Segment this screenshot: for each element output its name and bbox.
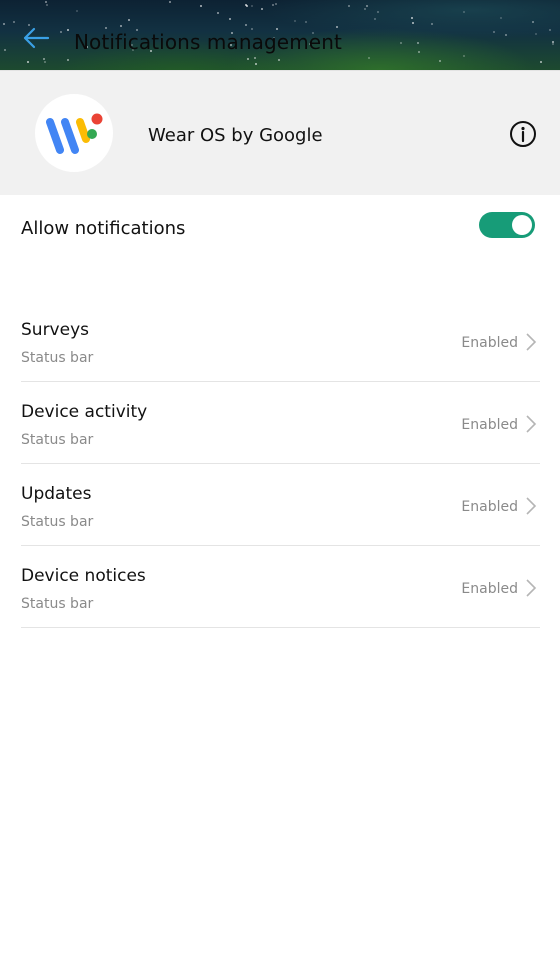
star-decoration	[540, 61, 542, 63]
star-decoration	[377, 11, 379, 13]
star-decoration	[374, 18, 376, 20]
star-decoration	[105, 27, 107, 29]
star-decoration	[44, 61, 46, 63]
star-decoration	[552, 43, 554, 45]
info-button[interactable]	[509, 120, 537, 148]
star-decoration	[76, 10, 78, 12]
star-decoration	[412, 22, 414, 24]
info-icon	[510, 121, 536, 147]
star-decoration	[463, 55, 465, 57]
category-title: Device notices	[21, 566, 146, 586]
category-row-updates[interactable]: Updates Status bar Enabled	[21, 464, 540, 546]
category-subtitle: Status bar	[21, 432, 94, 448]
category-subtitle: Status bar	[21, 596, 94, 612]
chevron-right-icon	[526, 579, 537, 597]
star-decoration	[411, 17, 413, 19]
notification-category-list: Surveys Status bar Enabled Device activi…	[21, 300, 540, 628]
category-subtitle: Status bar	[21, 514, 94, 530]
allow-notifications-row[interactable]: Allow notifications	[0, 195, 560, 265]
star-decoration	[439, 60, 441, 62]
star-decoration	[417, 42, 419, 44]
category-status: Enabled	[461, 335, 518, 351]
chevron-right-icon	[526, 497, 537, 515]
star-decoration	[535, 33, 537, 35]
star-decoration	[272, 4, 274, 6]
star-decoration	[254, 57, 256, 59]
star-decoration	[245, 24, 247, 26]
star-decoration	[463, 11, 465, 13]
wear-os-logo-icon	[46, 113, 103, 154]
star-decoration	[245, 4, 247, 6]
star-decoration	[532, 21, 534, 23]
category-title: Updates	[21, 484, 92, 504]
star-decoration	[368, 57, 370, 59]
category-status: Enabled	[461, 581, 518, 597]
star-decoration	[229, 18, 231, 20]
star-decoration	[46, 4, 48, 6]
star-decoration	[27, 61, 29, 63]
star-decoration	[418, 51, 420, 53]
star-decoration	[549, 29, 551, 31]
app-name: Wear OS by Google	[148, 125, 323, 146]
category-title: Device activity	[21, 402, 148, 422]
star-decoration	[255, 63, 257, 65]
chevron-right-icon	[526, 415, 537, 433]
star-decoration	[400, 42, 402, 44]
star-decoration	[217, 12, 219, 14]
star-decoration	[247, 58, 249, 60]
toggle-knob	[512, 215, 532, 235]
star-decoration	[200, 5, 202, 7]
star-decoration	[366, 5, 368, 7]
star-decoration	[336, 26, 338, 28]
back-button[interactable]	[20, 22, 52, 54]
category-row-surveys[interactable]: Surveys Status bar Enabled	[21, 300, 540, 382]
star-decoration	[305, 21, 307, 23]
star-decoration	[431, 23, 433, 25]
star-decoration	[43, 58, 45, 60]
star-decoration	[364, 8, 366, 10]
page-title: Notifications management	[74, 30, 342, 54]
star-decoration	[67, 59, 69, 61]
star-decoration	[67, 29, 69, 31]
star-decoration	[278, 59, 280, 61]
star-decoration	[4, 49, 6, 51]
category-subtitle: Status bar	[21, 350, 94, 366]
star-decoration	[275, 3, 277, 5]
star-decoration	[120, 25, 122, 27]
star-decoration	[13, 21, 15, 23]
category-status: Enabled	[461, 499, 518, 515]
allow-notifications-label: Allow notifications	[21, 218, 186, 239]
star-decoration	[3, 23, 5, 25]
star-decoration	[348, 5, 350, 7]
star-decoration	[294, 20, 296, 22]
star-decoration	[505, 34, 507, 36]
chevron-right-icon	[526, 333, 537, 351]
category-row-device-activity[interactable]: Device activity Status bar Enabled	[21, 382, 540, 464]
star-decoration	[45, 1, 47, 3]
category-title: Surveys	[21, 320, 89, 340]
star-decoration	[251, 5, 253, 7]
star-decoration	[169, 1, 171, 3]
app-info-header: Wear OS by Google	[0, 70, 560, 195]
star-decoration	[128, 19, 130, 21]
back-arrow-icon	[23, 27, 50, 49]
star-decoration	[60, 31, 62, 33]
app-icon	[35, 94, 113, 172]
category-status: Enabled	[461, 417, 518, 433]
category-row-device-notices[interactable]: Device notices Status bar Enabled	[21, 546, 540, 628]
allow-notifications-toggle[interactable]	[479, 212, 535, 238]
star-decoration	[493, 31, 495, 33]
app-bar: Notifications management	[0, 0, 560, 70]
star-decoration	[261, 8, 263, 10]
star-decoration	[500, 17, 502, 19]
